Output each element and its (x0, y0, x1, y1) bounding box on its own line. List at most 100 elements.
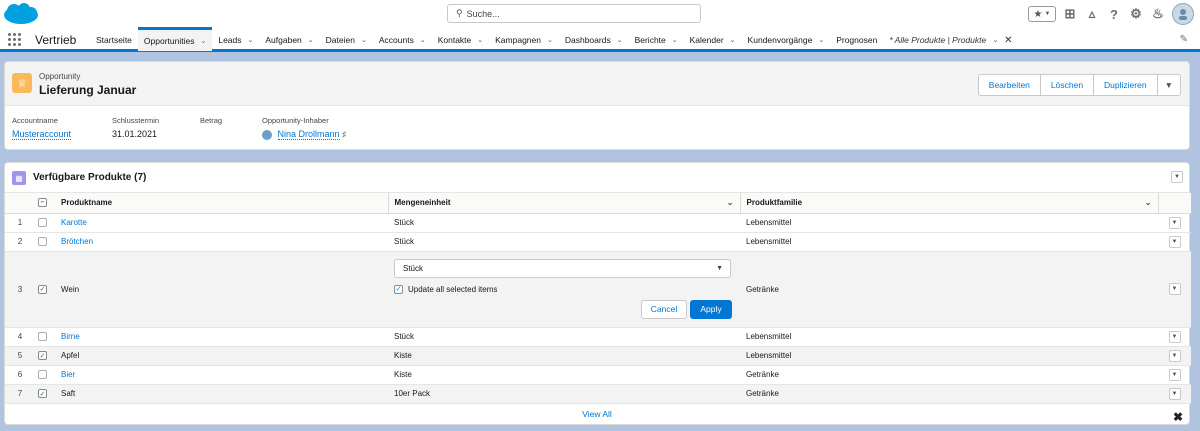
user-avatar[interactable] (1172, 3, 1194, 25)
product-name-cell: Saft (55, 384, 388, 404)
setup-gear-icon[interactable]: ⚙ (1128, 6, 1144, 22)
nav-item-kalender[interactable]: Kalender ⌄ (684, 28, 742, 52)
global-header: ⚲ Suche... ★ ▼ ⊞ ▵ ? ⚙ ♨ (0, 0, 1200, 28)
nav-item-startseite[interactable]: Startseite (90, 28, 138, 52)
row-actions-chevron-icon[interactable]: ▼ (1168, 387, 1181, 400)
unit-cell[interactable]: Kiste (388, 346, 740, 366)
product-link[interactable]: Karotte (61, 218, 87, 227)
family-cell: Lebensmittel (740, 213, 1158, 233)
nav-item-kontakte[interactable]: Kontakte ⌄ (432, 28, 489, 52)
account-link[interactable]: Musteraccount (12, 129, 72, 140)
unit-cell[interactable]: Stück (388, 232, 740, 252)
table-header-row: – Produktname Mengeneinheit ⌄ Produktfami… (5, 193, 1191, 214)
edit-nav-pencil-icon[interactable]: ✎ (1180, 34, 1188, 45)
row-checkbox[interactable] (38, 332, 47, 341)
unit-select[interactable]: Stück ▼ (394, 258, 731, 278)
close-date-label: Schlusstermin (112, 116, 160, 125)
global-actions-icon[interactable]: ⊞ (1062, 6, 1078, 22)
chevron-down-icon[interactable]: ⌄ (248, 36, 254, 44)
product-link[interactable]: Brötchen (61, 237, 93, 246)
row-actions-chevron-icon[interactable]: ▼ (1168, 283, 1181, 295)
more-actions-chevron-icon[interactable]: ▼ (1158, 75, 1180, 95)
row-checkbox[interactable] (38, 237, 47, 246)
product-link[interactable]: Bier (61, 370, 75, 379)
product-link[interactable]: Birne (61, 332, 80, 341)
delete-button[interactable]: Löschen (1041, 75, 1095, 95)
family-cell: Getränke (740, 251, 1158, 328)
chevron-down-icon[interactable]: ⌄ (477, 36, 483, 44)
close-icon[interactable]: ✕ (1004, 35, 1012, 46)
row-actions-chevron-icon[interactable]: ▼ (1168, 368, 1181, 381)
nav-item-dateien[interactable]: Dateien ⌄ (320, 28, 373, 52)
row-checkbox-checked[interactable]: ✓ (38, 389, 47, 398)
view-all-link[interactable]: View All (582, 409, 612, 419)
app-name: Vertrieb (35, 33, 77, 47)
nav-item-opportunities[interactable]: Opportunities ⌄ (137, 27, 213, 51)
nav-item-berichte[interactable]: Berichte ⌄ (629, 28, 684, 52)
owner-link[interactable]: Nina Drollmann (277, 129, 340, 140)
chevron-down-icon[interactable]: ⌄ (1145, 198, 1152, 207)
clone-button[interactable]: Duplizieren (1094, 75, 1158, 95)
column-header-name[interactable]: Produktname (55, 193, 389, 214)
chevron-down-icon[interactable]: ⌄ (200, 37, 206, 45)
unit-cell[interactable]: 10er Pack (388, 384, 740, 404)
change-owner-icon[interactable]: ♯ (342, 130, 346, 139)
view-all-footer: View All ✖ (5, 404, 1189, 426)
row-actions-chevron-icon[interactable]: ▼ (1168, 216, 1181, 229)
chevron-down-icon[interactable]: ⌄ (361, 36, 367, 44)
row-actions-chevron-icon[interactable]: ▼ (1168, 349, 1181, 362)
product-name-cell: Wein (55, 251, 388, 328)
chevron-down-icon[interactable]: ⌄ (420, 36, 426, 44)
row-checkbox-checked[interactable]: ✓ (38, 351, 47, 360)
row-number: 2 (5, 232, 35, 252)
chevron-down-icon[interactable]: ⌄ (308, 36, 314, 44)
products-table: – Produktname Mengeneinheit ⌄ Produktfami… (5, 193, 1191, 404)
row-checkbox-checked[interactable]: ✓ (38, 284, 47, 294)
nav-item-prognosen[interactable]: Prognosen (830, 28, 883, 52)
row-actions-chevron-icon[interactable]: ▼ (1168, 235, 1181, 248)
update-all-checkbox[interactable]: ✓ (394, 284, 403, 294)
row-actions-chevron-icon[interactable]: ▼ (1168, 330, 1181, 343)
chevron-down-icon[interactable]: ⌄ (617, 36, 623, 44)
cancel-button[interactable]: Cancel (641, 299, 687, 319)
chevron-down-icon[interactable]: ⌄ (672, 36, 678, 44)
chevron-down-icon[interactable]: ⌄ (727, 198, 734, 207)
notifications-bell-icon[interactable]: ♨ (1150, 6, 1166, 22)
related-list-menu-chevron-icon[interactable]: ▼ (1171, 171, 1183, 183)
unit-cell[interactable]: Stück (388, 327, 740, 347)
help-icon[interactable]: ? (1106, 6, 1122, 22)
trailhead-icon[interactable]: ▵ (1084, 6, 1100, 22)
row-number: 5 (5, 346, 35, 366)
app-launcher-icon[interactable] (8, 33, 21, 46)
salesforce-logo[interactable] (2, 2, 40, 26)
apply-button[interactable]: Apply (690, 299, 732, 319)
global-search-input[interactable]: ⚲ Suche... (447, 4, 701, 23)
unit-cell[interactable]: Stück (388, 213, 740, 233)
row-checkbox[interactable] (38, 218, 47, 227)
family-cell: Lebensmittel (740, 346, 1158, 366)
owner-label: Opportunity-Inhaber (262, 116, 329, 125)
nav-item-kampagnen[interactable]: Kampagnen ⌄ (489, 28, 559, 52)
nav-item-kundenvorgaenge[interactable]: Kundenvorgänge ⌄ (742, 28, 831, 52)
row-number: 6 (5, 365, 35, 385)
unit-cell[interactable]: Kiste (388, 365, 740, 385)
nav-item-accounts[interactable]: Accounts ⌄ (373, 28, 432, 52)
nav-item-aufgaben[interactable]: Aufgaben ⌄ (259, 28, 319, 52)
nav-item-dashboards[interactable]: Dashboards ⌄ (559, 28, 629, 52)
chevron-down-icon[interactable]: ⌄ (992, 36, 998, 44)
favorites-icon[interactable]: ★ ▼ (1028, 6, 1056, 22)
update-all-option[interactable]: ✓ Update all selected items (394, 284, 497, 294)
chevron-down-icon[interactable]: ⌄ (547, 36, 553, 44)
tab-alle-produkte[interactable]: * Alle Produkte | Produkte ⌄ ✕ (883, 28, 1018, 52)
select-all-checkbox[interactable]: – (38, 198, 47, 208)
row-checkbox[interactable] (38, 370, 47, 379)
table-row-selected: 7 ✓ Saft 10er Pack Getränke ▼ (5, 384, 1191, 404)
close-x-icon[interactable]: ✖ (1173, 407, 1183, 427)
edit-button[interactable]: Bearbeiten (979, 75, 1041, 95)
column-header-unit[interactable]: Mengeneinheit ⌄ (388, 193, 741, 214)
nav-item-leads[interactable]: Leads ⌄ (212, 28, 259, 52)
caret-down-icon: ▼ (716, 264, 723, 272)
column-header-family[interactable]: Produktfamilie ⌄ (740, 193, 1159, 214)
chevron-down-icon[interactable]: ⌄ (818, 36, 824, 44)
chevron-down-icon[interactable]: ⌄ (730, 36, 736, 44)
